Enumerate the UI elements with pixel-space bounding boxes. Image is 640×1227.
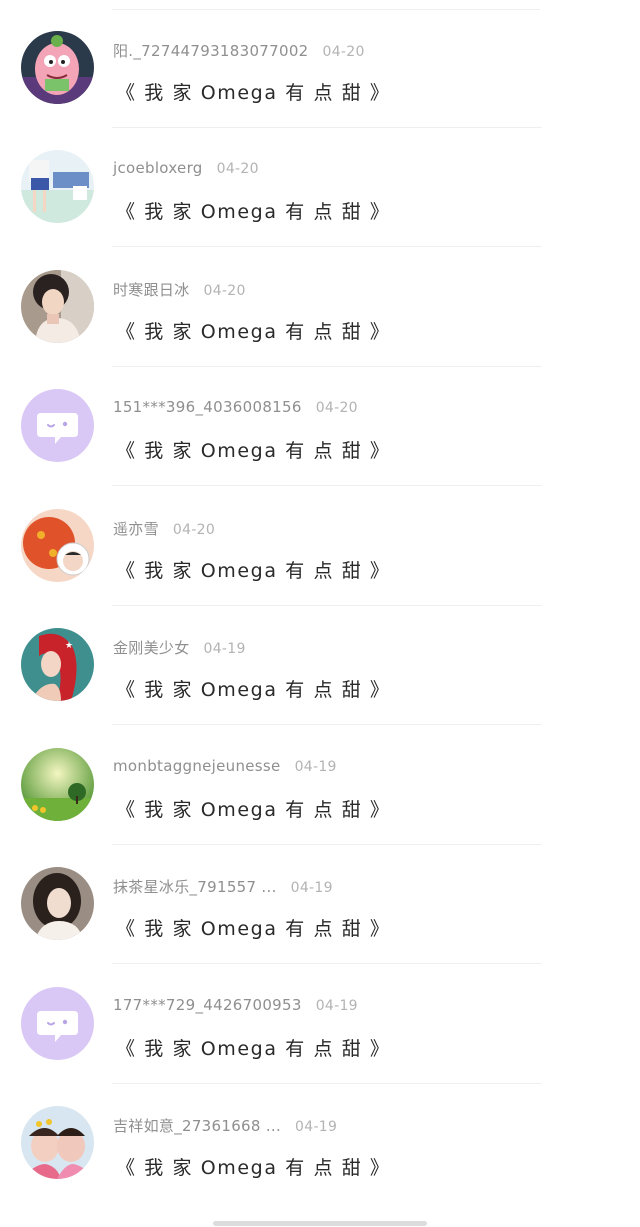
username[interactable]: 抹茶星冰乐_791557 ... <box>113 878 277 896</box>
mermaid-avatar[interactable]: ★ <box>21 628 94 701</box>
comment-date: 04-19 <box>290 880 333 896</box>
comment-title[interactable]: 《 我 家 Omega 有 点 甜 》 <box>116 1153 391 1180</box>
comment-item[interactable]: ★ 金刚美少女 04-19 《 我 家 Omega 有 点 甜 》 <box>0 606 640 725</box>
username[interactable]: 金刚美少女 <box>113 639 190 657</box>
comment-date: 04-19 <box>295 1119 338 1135</box>
home-indicator[interactable] <box>213 1221 427 1226</box>
comment-date: 04-19 <box>315 998 358 1014</box>
two-girls-photo-avatar[interactable] <box>21 1106 94 1179</box>
comment-date: 04-19 <box>203 641 246 657</box>
comment-meta: 时寒跟日冰 04-20 <box>113 279 246 301</box>
comment-title[interactable]: 《 我 家 Omega 有 点 甜 》 <box>116 914 391 941</box>
default-chat-avatar[interactable] <box>21 389 94 462</box>
comment-item[interactable]: 177***729_4426700953 04-19 《 我 家 Omega 有 … <box>0 965 640 1084</box>
username[interactable]: jcoebloxerg <box>113 159 203 177</box>
patrick-star-avatar[interactable] <box>21 31 94 104</box>
username[interactable]: 吉祥如意_27361668 ... <box>113 1117 281 1135</box>
divider <box>112 963 542 964</box>
comment-date: 04-20 <box>216 161 259 177</box>
svg-text:★: ★ <box>65 641 73 651</box>
comment-title[interactable]: 《 我 家 Omega 有 点 甜 》 <box>116 795 391 822</box>
comment-item[interactable]: 阳._72744793183077002 04-20 《 我 家 Omega 有 … <box>0 9 640 128</box>
username[interactable]: 遥亦雪 <box>113 520 159 538</box>
green-landscape-avatar[interactable] <box>21 748 94 821</box>
username[interactable]: 时寒跟日冰 <box>113 281 190 299</box>
comment-title[interactable]: 《 我 家 Omega 有 点 甜 》 <box>116 1034 391 1061</box>
comment-item[interactable]: monbtaggnejeunesse 04-19 《 我 家 Omega 有 点 … <box>0 726 640 845</box>
username[interactable]: 177***729_4426700953 <box>113 996 302 1014</box>
comment-meta: monbtaggnejeunesse 04-19 <box>113 757 337 779</box>
comment-meta: 抹茶星冰乐_791557 ... 04-19 <box>113 876 333 898</box>
comment-item[interactable]: 遥亦雪 04-20 《 我 家 Omega 有 点 甜 》 <box>0 487 640 606</box>
username[interactable]: 151***396_4036008156 <box>113 398 302 416</box>
comment-item[interactable]: 时寒跟日冰 04-20 《 我 家 Omega 有 点 甜 》 <box>0 248 640 367</box>
comment-date: 04-20 <box>322 44 365 60</box>
comment-title[interactable]: 《 我 家 Omega 有 点 甜 》 <box>116 436 391 463</box>
comment-meta: 吉祥如意_27361668 ... 04-19 <box>113 1115 337 1137</box>
comment-date: 04-20 <box>315 400 358 416</box>
comment-meta: 遥亦雪 04-20 <box>113 518 215 540</box>
comment-meta: 金刚美少女 04-19 <box>113 637 246 659</box>
username[interactable]: 阳._72744793183077002 <box>113 42 309 60</box>
comment-item[interactable]: 抹茶星冰乐_791557 ... 04-19 《 我 家 Omega 有 点 甜 … <box>0 845 640 964</box>
comment-date: 04-20 <box>172 522 216 538</box>
comment-date: 04-20 <box>203 283 246 299</box>
comment-date: 04-19 <box>294 759 337 775</box>
girl-photo-avatar[interactable] <box>21 270 94 343</box>
comment-meta: 177***729_4426700953 04-19 <box>113 996 358 1018</box>
astronaut-cartoon-avatar[interactable] <box>21 509 94 582</box>
comment-title[interactable]: 《 我 家 Omega 有 点 甜 》 <box>116 675 391 702</box>
username[interactable]: monbtaggnejeunesse <box>113 757 281 775</box>
divider <box>112 485 542 486</box>
default-chat-avatar[interactable] <box>21 987 94 1060</box>
comment-meta: 阳._72744793183077002 04-20 <box>113 40 365 62</box>
comment-title[interactable]: 《 我 家 Omega 有 点 甜 》 <box>116 197 391 224</box>
anime-girl-avatar[interactable] <box>21 150 94 223</box>
comment-item[interactable]: 吉祥如意_27361668 ... 04-19 《 我 家 Omega 有 点 甜… <box>0 1084 640 1203</box>
comment-item[interactable]: jcoebloxerg 04-20 《 我 家 Omega 有 点 甜 》 <box>0 128 640 247</box>
comment-title[interactable]: 《 我 家 Omega 有 点 甜 》 <box>116 556 391 583</box>
comment-item[interactable]: 151***396_4036008156 04-20 《 我 家 Omega 有 … <box>0 367 640 486</box>
comment-title[interactable]: 《 我 家 Omega 有 点 甜 》 <box>116 317 391 344</box>
woman-portrait-avatar[interactable] <box>21 867 94 940</box>
comment-meta: jcoebloxerg 04-20 <box>113 159 259 181</box>
comment-title[interactable]: 《 我 家 Omega 有 点 甜 》 <box>116 78 391 105</box>
comment-meta: 151***396_4036008156 04-20 <box>113 398 358 420</box>
divider <box>112 724 542 725</box>
divider <box>112 246 542 247</box>
